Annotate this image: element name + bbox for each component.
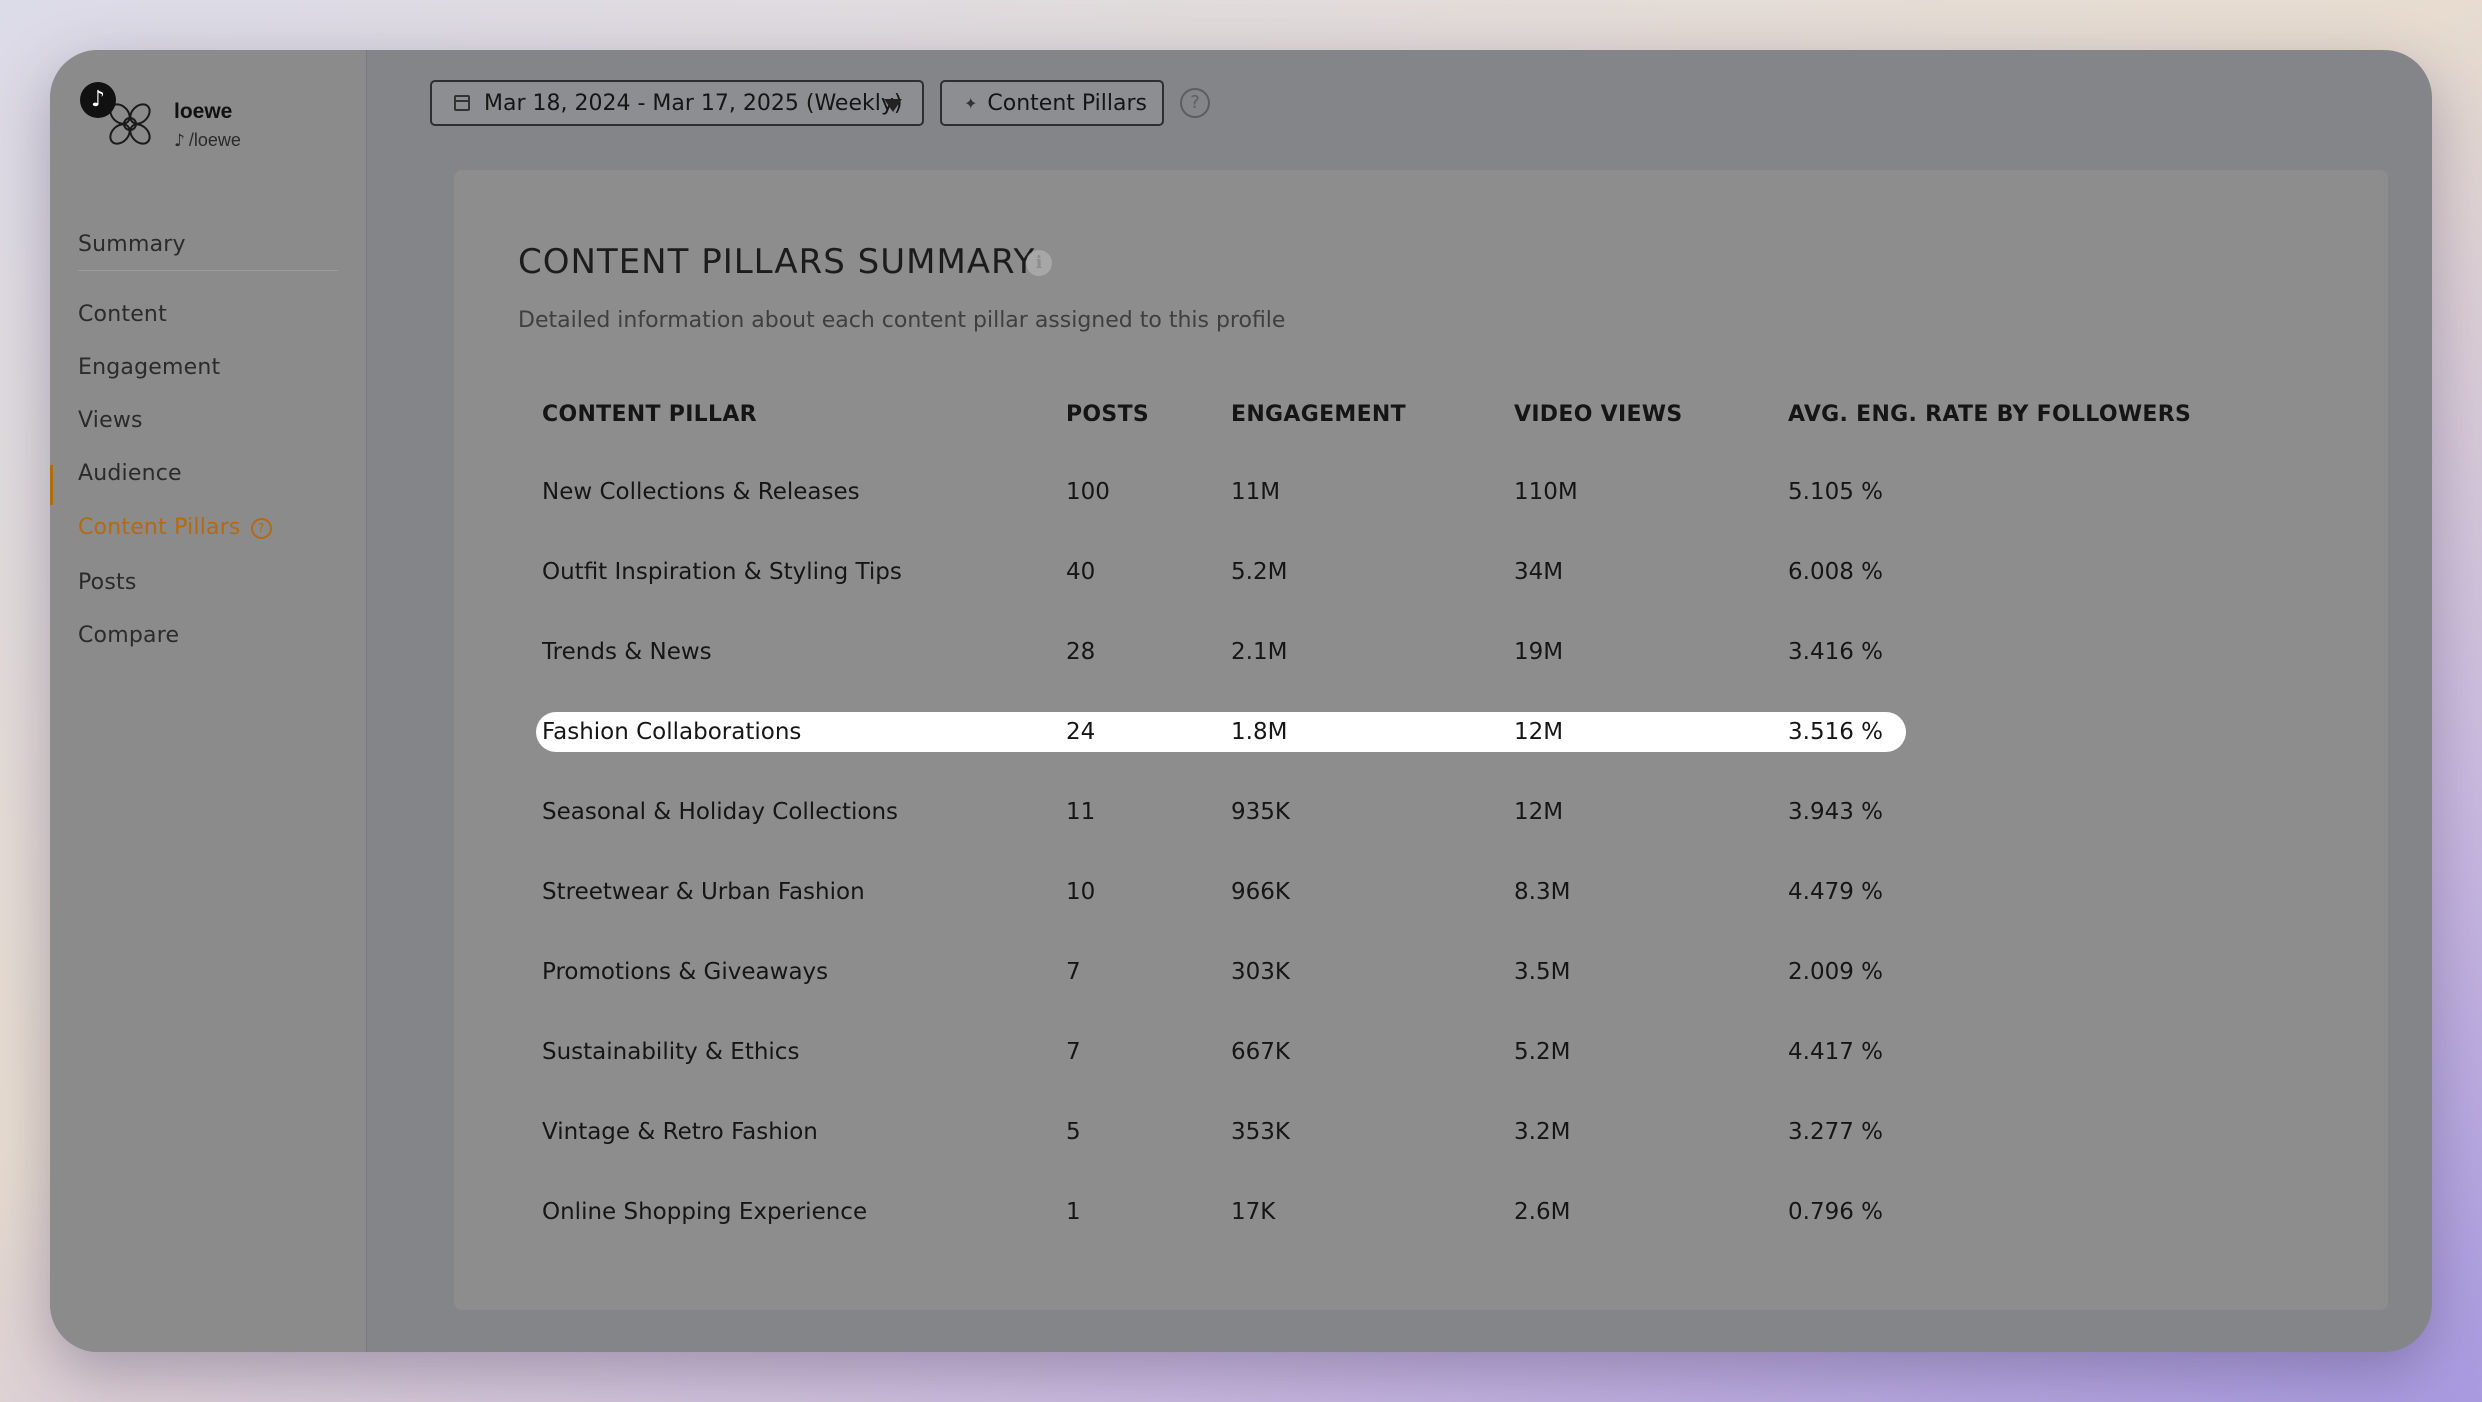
table-row[interactable]: Vintage & Retro Fashion 5 353K 3.2M 3.27… (536, 1112, 1906, 1152)
help-icon[interactable]: ? (1180, 88, 1210, 118)
column-header-video-views: VIDEO VIEWS (1514, 402, 1683, 427)
cell-video-views: 12M (1514, 719, 1564, 745)
cell-posts: 24 (1066, 719, 1096, 745)
table-row[interactable]: Sustainability & Ethics 7 667K 5.2M 4.41… (536, 1032, 1906, 1072)
date-range-dropdown[interactable]: Mar 18, 2024 - Mar 17, 2025 (Weekly) (430, 80, 924, 126)
cell-engagement: 353K (1231, 1119, 1290, 1145)
cell-video-views: 8.3M (1514, 879, 1571, 905)
cell-pillar: Vintage & Retro Fashion (542, 1119, 818, 1145)
cell-posts: 40 (1066, 559, 1096, 585)
cell-engagement: 17K (1231, 1199, 1276, 1225)
cell-pillar: Sustainability & Ethics (542, 1039, 800, 1065)
sidebar: ♪ loewe ♪/loewe Summary Content Engageme… (50, 50, 367, 1352)
cell-engagement: 935K (1231, 799, 1290, 825)
cell-engagement: 966K (1231, 879, 1290, 905)
cell-avg-eng-rate: 3.277 % (1788, 1119, 1884, 1145)
sidebar-item-engagement[interactable]: Engagement (78, 355, 220, 380)
cell-engagement: 1.8M (1231, 719, 1288, 745)
tiktok-small-icon: ♪ (174, 131, 185, 151)
cell-posts: 28 (1066, 639, 1096, 665)
column-header-avg-eng-rate: AVG. ENG. RATE BY FOLLOWERS (1788, 402, 2192, 427)
sidebar-item-views[interactable]: Views (78, 408, 143, 433)
cell-video-views: 5.2M (1514, 1039, 1571, 1065)
profile-handle: ♪/loewe (174, 130, 241, 151)
cell-pillar: Fashion Collaborations (542, 719, 802, 745)
tiktok-icon: ♪ (80, 82, 116, 118)
sidebar-item-compare[interactable]: Compare (78, 623, 179, 648)
cell-video-views: 110M (1514, 479, 1578, 505)
cell-pillar: New Collections & Releases (542, 479, 860, 505)
cell-video-views: 3.5M (1514, 959, 1571, 985)
column-header-engagement: ENGAGEMENT (1231, 402, 1406, 427)
sidebar-item-audience[interactable]: Audience (78, 461, 182, 486)
panel-subtitle: Detailed information about each content … (518, 308, 1286, 333)
table-row[interactable]: Seasonal & Holiday Collections 11 935K 1… (536, 792, 1906, 832)
profile-name: loewe (174, 100, 233, 123)
cell-avg-eng-rate: 0.796 % (1788, 1199, 1884, 1225)
sidebar-item-posts[interactable]: Posts (78, 570, 137, 595)
cell-posts: 100 (1066, 479, 1110, 505)
cell-posts: 1 (1066, 1199, 1081, 1225)
nav-divider (78, 270, 338, 271)
cell-avg-eng-rate: 3.416 % (1788, 639, 1884, 665)
calendar-icon (454, 95, 470, 111)
info-icon[interactable]: i (1026, 250, 1052, 276)
profile-header[interactable]: ♪ loewe ♪/loewe (76, 74, 356, 164)
help-circle-icon[interactable]: ? (250, 518, 272, 539)
table-row[interactable]: Trends & News 28 2.1M 19M 3.416 % (536, 632, 1906, 672)
cell-engagement: 11M (1231, 479, 1281, 505)
cell-engagement: 667K (1231, 1039, 1290, 1065)
date-range-label: Mar 18, 2024 - Mar 17, 2025 (Weekly) (484, 90, 903, 116)
table-row[interactable]: Outfit Inspiration & Styling Tips 40 5.2… (536, 552, 1906, 592)
cell-pillar: Promotions & Giveaways (542, 959, 829, 985)
cell-posts: 7 (1066, 1039, 1081, 1065)
cell-video-views: 19M (1514, 639, 1564, 665)
cell-posts: 11 (1066, 799, 1096, 825)
table-row-highlighted[interactable]: Fashion Collaborations 24 1.8M 12M 3.516… (536, 712, 1906, 752)
content-pillars-label: Content Pillars (987, 90, 1148, 116)
cell-posts: 7 (1066, 959, 1081, 985)
cell-avg-eng-rate: 3.943 % (1788, 799, 1884, 825)
sidebar-item-content-pillars[interactable]: Content Pillars? (78, 515, 272, 540)
cell-video-views: 12M (1514, 799, 1564, 825)
cell-video-views: 2.6M (1514, 1199, 1571, 1225)
table-row[interactable]: Streetwear & Urban Fashion 10 966K 8.3M … (536, 872, 1906, 912)
cell-pillar: Trends & News (542, 639, 712, 665)
cell-video-views: 3.2M (1514, 1119, 1571, 1145)
content-pillars-button[interactable]: ✦ Content Pillars (940, 80, 1164, 126)
sidebar-item-content[interactable]: Content (78, 302, 167, 327)
table-row[interactable]: Promotions & Giveaways 7 303K 3.5M 2.009… (536, 952, 1906, 992)
column-header-pillar: CONTENT PILLAR (542, 402, 757, 427)
cell-avg-eng-rate: 2.009 % (1788, 959, 1884, 985)
cell-pillar: Streetwear & Urban Fashion (542, 879, 865, 905)
cell-pillar: Online Shopping Experience (542, 1199, 868, 1225)
cell-avg-eng-rate: 4.479 % (1788, 879, 1884, 905)
cell-pillar: Seasonal & Holiday Collections (542, 799, 899, 825)
cell-engagement: 5.2M (1231, 559, 1288, 585)
cell-engagement: 303K (1231, 959, 1290, 985)
table-row[interactable]: New Collections & Releases 100 11M 110M … (536, 472, 1906, 512)
cell-video-views: 34M (1514, 559, 1564, 585)
handle-text: /loewe (188, 130, 241, 150)
sidebar-item-summary[interactable]: Summary (78, 232, 186, 257)
cell-posts: 5 (1066, 1119, 1081, 1145)
app-window: ♪ loewe ♪/loewe Summary Content Engageme… (50, 50, 2432, 1352)
table-row[interactable]: Online Shopping Experience 1 17K 2.6M 0.… (536, 1192, 1906, 1232)
cell-engagement: 2.1M (1231, 639, 1288, 665)
column-header-posts: POSTS (1066, 402, 1150, 427)
cell-posts: 10 (1066, 879, 1096, 905)
sidebar-item-label: Content Pillars (78, 515, 241, 540)
sparkle-icon: ✦ (964, 93, 978, 113)
content-pillars-panel: CONTENT PILLARS SUMMARY i Detailed infor… (454, 170, 2388, 1310)
panel-title: CONTENT PILLARS SUMMARY (518, 242, 1036, 282)
cell-avg-eng-rate: 6.008 % (1788, 559, 1884, 585)
cell-avg-eng-rate: 5.105 % (1788, 479, 1884, 505)
cell-pillar: Outfit Inspiration & Styling Tips (542, 559, 902, 585)
cell-avg-eng-rate: 3.516 % (1788, 719, 1884, 745)
cell-avg-eng-rate: 4.417 % (1788, 1039, 1884, 1065)
active-indicator (50, 465, 53, 505)
chevron-down-icon (884, 99, 902, 112)
